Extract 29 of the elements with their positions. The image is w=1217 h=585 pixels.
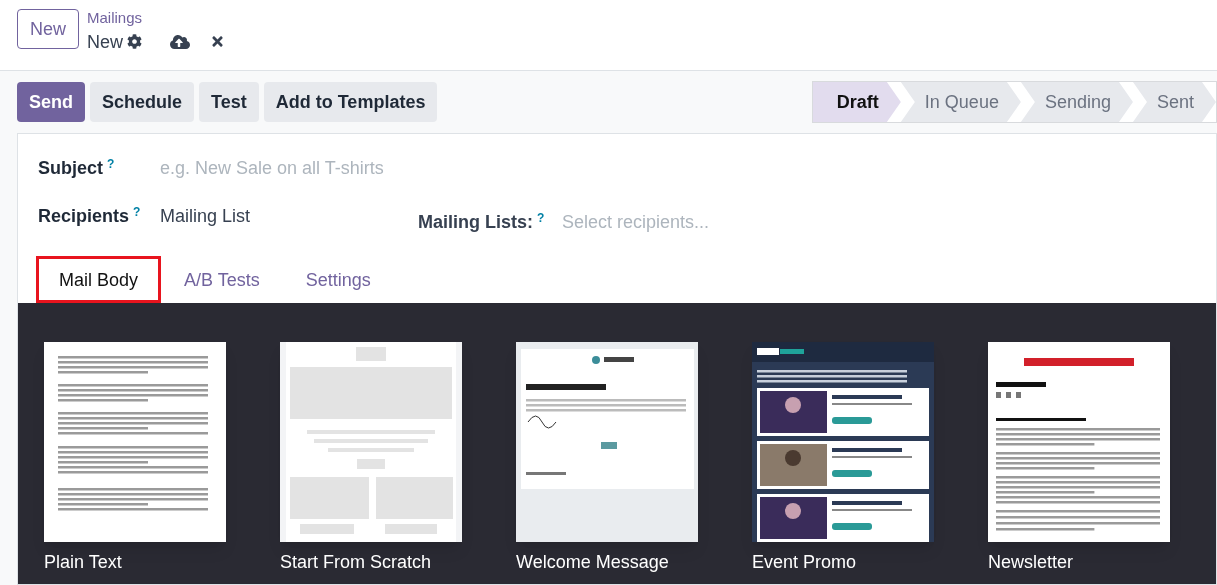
status-step[interactable]: Draft — [812, 82, 901, 122]
tab[interactable]: Mail Body — [36, 256, 162, 303]
send-button[interactable]: Send — [17, 82, 85, 122]
status-step[interactable]: Sent — [1132, 82, 1216, 122]
tab[interactable]: Settings — [282, 256, 394, 303]
tab[interactable]: A/B Tests — [161, 256, 283, 303]
template-name[interactable]: Start From Scratch — [280, 548, 462, 576]
help-icon[interactable]: ? — [537, 211, 545, 225]
field-label: Recipients $^{?}$ — [38, 204, 142, 228]
subject-field[interactable]: e.g. New Sale on all T-shirts — [160, 154, 660, 182]
action-button[interactable]: Add to Templates — [263, 82, 438, 122]
template-name[interactable]: Newsletter — [988, 548, 1170, 576]
template-name[interactable]: Event Promo — [752, 548, 934, 576]
settings-icon[interactable] — [127, 34, 143, 50]
template-name[interactable]: Welcome Message — [516, 548, 698, 576]
action-button[interactable]: Test — [199, 82, 259, 122]
record-title: New — [87, 30, 124, 54]
template-name[interactable]: Plain Text — [44, 548, 226, 576]
help-icon[interactable]: ? — [107, 157, 115, 171]
status-step[interactable]: Sending — [1020, 82, 1133, 122]
action-button[interactable]: Schedule — [90, 82, 195, 122]
mailing-lists-field[interactable]: Select recipients... — [562, 208, 862, 236]
new-button[interactable]: New — [17, 9, 79, 49]
breadcrumb-link[interactable]: Mailings — [87, 9, 226, 28]
status-step[interactable]: In Queue — [900, 82, 1021, 122]
recipients-field[interactable]: Mailing List — [160, 202, 418, 230]
field-label: Subject $^{?}$ — [38, 156, 116, 180]
help-icon[interactable]: ? — [133, 205, 141, 219]
field-label: Mailing Lists: $^{?}$ — [418, 210, 546, 234]
